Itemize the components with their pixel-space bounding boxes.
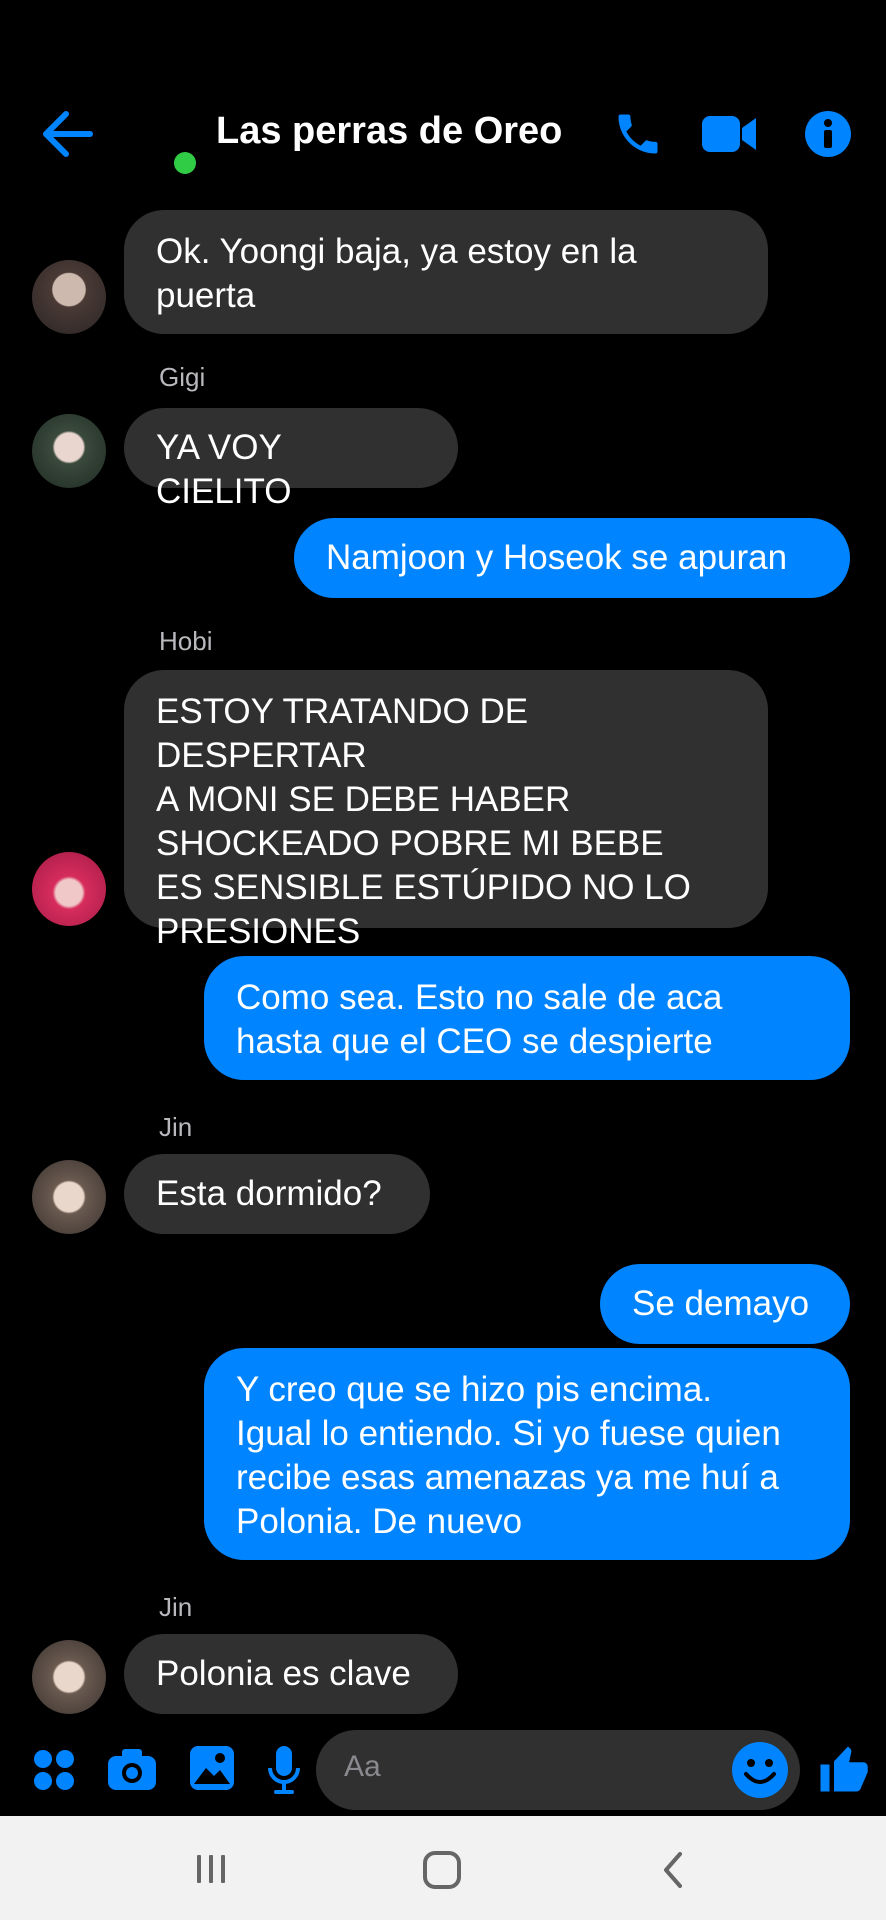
avatar[interactable] (32, 260, 106, 334)
video-camera-icon[interactable] (700, 112, 758, 156)
microphone-icon[interactable] (266, 1744, 302, 1796)
thumbs-up-icon[interactable] (816, 1742, 870, 1796)
avatar[interactable] (32, 414, 106, 488)
message-bubble[interactable]: Se demayo (600, 1264, 850, 1344)
sender-name: Gigi (159, 362, 206, 392)
message-bubble[interactable]: Como sea. Esto no sale de aca hasta que … (204, 956, 850, 1080)
gallery-icon[interactable] (188, 1744, 236, 1792)
message-bubble[interactable]: Polonia es clave (124, 1634, 458, 1714)
message-bubble[interactable]: Namjoon y Hoseok se apuran (294, 518, 850, 598)
avatar[interactable] (32, 1640, 106, 1714)
camera-icon[interactable] (106, 1746, 158, 1792)
back-icon[interactable] (658, 1850, 688, 1890)
sender-name: Hobi (159, 626, 213, 656)
info-icon[interactable] (804, 110, 852, 158)
avatar[interactable] (32, 1160, 106, 1234)
back-arrow-icon[interactable] (40, 108, 96, 160)
apps-grid-icon[interactable] (32, 1748, 76, 1792)
message-bubble[interactable]: Esta dormido? (124, 1154, 430, 1234)
recent-apps-icon[interactable] (194, 1852, 228, 1886)
message-bubble[interactable]: YA VOY CIELITO (124, 408, 458, 511)
message-input-placeholder: Aa (344, 1750, 381, 1783)
message-bubble[interactable]: Ok. Yoongi baja, ya estoy en la puerta (124, 210, 768, 334)
message-bubble[interactable]: Y creo que se hizo pis encima. Igual lo … (204, 1348, 850, 1560)
online-status-dot (174, 152, 196, 174)
emoji-icon[interactable] (730, 1740, 790, 1800)
message-bubble[interactable]: ESTOY TRATANDO DE DESPERTAR A MONI SE DE… (124, 670, 768, 951)
sender-name: Jin (159, 1112, 193, 1142)
avatar[interactable] (32, 852, 106, 926)
home-icon[interactable] (422, 1850, 462, 1890)
system-nav-bar (0, 1816, 886, 1920)
message-input[interactable]: Aa (316, 1730, 800, 1810)
chat-title[interactable]: Las perras de Oreo (216, 110, 562, 153)
phone-icon[interactable] (612, 108, 664, 160)
sender-name: Jin (159, 1592, 193, 1622)
